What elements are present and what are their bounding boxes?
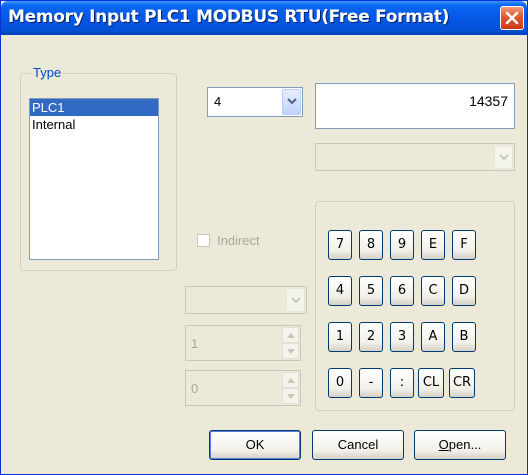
- open-button[interactable]: Open...: [414, 430, 506, 460]
- spin-field-2-down-button[interactable]: [282, 388, 299, 404]
- cancel-button[interactable]: Cancel: [312, 430, 404, 460]
- open-button-mnemonic: O: [438, 437, 449, 452]
- key-3[interactable]: 3: [390, 322, 414, 352]
- spin-field-2[interactable]: 0: [185, 370, 301, 406]
- close-icon: [505, 11, 519, 25]
- sub-select[interactable]: [315, 143, 515, 171]
- indirect-select-dropdown-button[interactable]: [286, 288, 305, 312]
- type-item-internal[interactable]: Internal: [30, 116, 158, 133]
- device-select[interactable]: 4: [207, 87, 303, 117]
- indirect-checkbox[interactable]: [197, 234, 210, 247]
- device-select-value: 4: [214, 94, 222, 109]
- key-f[interactable]: F: [452, 230, 476, 260]
- chevron-down-icon: [499, 154, 509, 161]
- type-item-plc1[interactable]: PLC1: [30, 99, 158, 116]
- open-button-label: pen...: [448, 437, 482, 452]
- key-2[interactable]: 2: [359, 322, 383, 352]
- chevron-down-icon: [287, 98, 297, 105]
- key-c[interactable]: C: [421, 276, 445, 306]
- key-4[interactable]: 4: [328, 276, 352, 306]
- memory-input-dialog: Memory Input PLC1 MODBUS RTU(Free Format…: [0, 0, 528, 475]
- key-cr[interactable]: CR: [449, 368, 475, 398]
- key-7[interactable]: 7: [328, 230, 352, 260]
- key-d[interactable]: D: [452, 276, 476, 306]
- arrow-down-icon: [287, 349, 295, 354]
- key-b[interactable]: B: [452, 322, 476, 352]
- keypad-group: 7 8 9 E F 4 5 6 C D 1 2 3 A B 0-: CL CR: [315, 201, 515, 411]
- key-minus[interactable]: -: [359, 368, 383, 398]
- address-value-text: 14357: [469, 93, 508, 109]
- spin-field-1-down-button[interactable]: [282, 343, 299, 359]
- spin-field-2-value: 0: [191, 381, 199, 396]
- key-8[interactable]: 8: [359, 230, 383, 260]
- key-cl[interactable]: CL: [418, 368, 444, 398]
- key-5[interactable]: 5: [359, 276, 383, 306]
- title-bar[interactable]: Memory Input PLC1 MODBUS RTU(Free Format…: [1, 1, 527, 35]
- key-0[interactable]: 0: [328, 368, 352, 398]
- key-colon[interactable]: :: [390, 368, 414, 398]
- type-group: Type PLC1 Internal: [20, 65, 177, 271]
- spin-field-1-up-button[interactable]: [282, 327, 299, 343]
- key-9[interactable]: 9: [390, 230, 414, 260]
- type-group-label: Type: [31, 65, 64, 80]
- key-6[interactable]: 6: [390, 276, 414, 306]
- arrow-up-icon: [287, 378, 295, 383]
- ok-button[interactable]: OK: [209, 430, 301, 460]
- arrow-up-icon: [287, 333, 295, 338]
- window-title: Memory Input PLC1 MODBUS RTU(Free Format…: [8, 7, 450, 27]
- key-1[interactable]: 1: [328, 322, 352, 352]
- arrow-down-icon: [287, 394, 295, 399]
- address-value-field[interactable]: 14357: [315, 83, 515, 129]
- device-select-dropdown-button[interactable]: [282, 89, 301, 115]
- spin-field-1-value: 1: [191, 336, 199, 351]
- sub-select-dropdown-button[interactable]: [494, 145, 513, 169]
- spin-field-1[interactable]: 1: [185, 325, 301, 361]
- indirect-label: Indirect: [217, 233, 260, 248]
- type-listbox[interactable]: PLC1 Internal: [29, 98, 159, 260]
- key-a[interactable]: A: [421, 322, 445, 352]
- indirect-select[interactable]: [185, 286, 307, 314]
- key-e[interactable]: E: [421, 230, 445, 260]
- spin-field-2-up-button[interactable]: [282, 372, 299, 388]
- close-button[interactable]: [500, 6, 524, 30]
- chevron-down-icon: [291, 297, 301, 304]
